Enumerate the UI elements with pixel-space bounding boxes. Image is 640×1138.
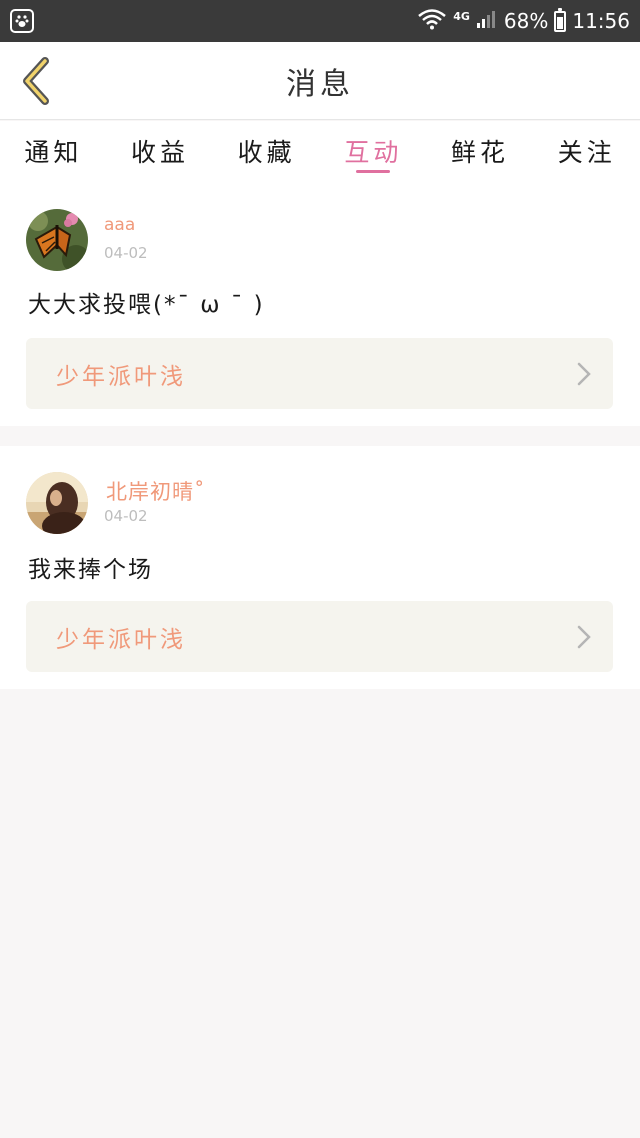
work-link[interactable]: 少年派叶浅: [26, 338, 613, 409]
username[interactable]: aaa: [104, 215, 135, 235]
chevron-left-icon: [23, 57, 49, 105]
work-link[interactable]: 少年派叶浅: [26, 601, 613, 672]
message-card: aaa 04-02 大大求投喂(*¯ ω ¯ ) 少年派叶浅: [0, 181, 640, 426]
comment-text: 大大求投喂(*¯ ω ¯ ): [28, 292, 265, 318]
page-title: 消息: [286, 66, 354, 102]
back-button[interactable]: [12, 56, 62, 106]
work-title: 少年派叶浅: [56, 626, 186, 653]
battery-icon: [554, 7, 567, 32]
message-date: 04-02: [104, 244, 148, 262]
message-date: 04-02: [104, 507, 148, 525]
avatar[interactable]: [26, 472, 88, 534]
signal-icon: [476, 9, 498, 34]
wifi-icon: [417, 8, 447, 35]
tab-following[interactable]: 关注: [533, 121, 640, 181]
tab-notifications[interactable]: 通知: [0, 121, 107, 181]
comment-text: 我来捧个场: [28, 557, 153, 583]
chevron-right-icon: [577, 625, 591, 649]
tab-earnings[interactable]: 收益: [107, 121, 214, 181]
work-title: 少年派叶浅: [56, 363, 186, 390]
tab-favorites[interactable]: 收藏: [213, 121, 320, 181]
chevron-right-icon: [577, 362, 591, 386]
baidu-paw-icon: [10, 9, 34, 33]
tab-bar: 通知 收益 收藏 互动 鲜花 关注: [0, 121, 640, 181]
status-bar: 4G 68% 11:56: [0, 0, 640, 42]
tab-flowers[interactable]: 鲜花: [427, 121, 534, 181]
avatar[interactable]: [26, 209, 88, 271]
network-type-label: 4G: [453, 9, 470, 23]
message-card: 北岸初晴˚ 04-02 我来捧个场 少年派叶浅: [0, 446, 640, 689]
tab-interactions[interactable]: 互动: [320, 121, 427, 181]
header-bar: 消息: [0, 42, 640, 120]
username[interactable]: 北岸初晴˚: [106, 476, 206, 506]
battery-percent: 68%: [503, 9, 549, 33]
clock: 11:56: [572, 9, 630, 33]
